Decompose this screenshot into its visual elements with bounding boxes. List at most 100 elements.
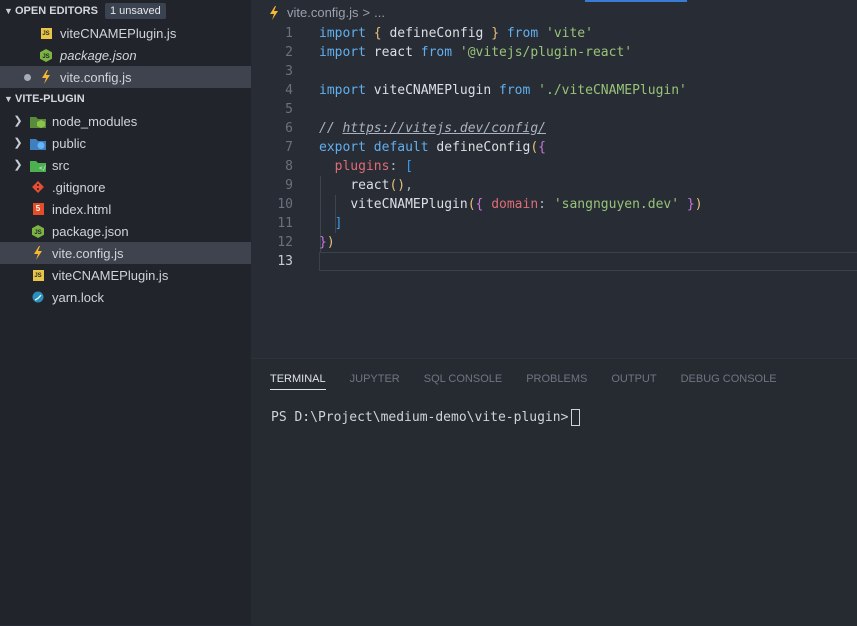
tree-folder-node-modules[interactable]: ❯ node_modules <box>0 110 251 132</box>
code-line[interactable]: 10 viteCNAMEPlugin({ domain: 'sangnguyen… <box>251 195 857 214</box>
line-text: react(), <box>350 178 413 193</box>
code-line-current[interactable]: 13 <box>251 252 857 271</box>
terminal-cursor <box>571 409 581 426</box>
public-folder-icon <box>30 135 46 151</box>
tab-sql-console[interactable]: SQL CONSOLE <box>424 373 502 391</box>
code-line[interactable]: 11 ] <box>251 214 857 233</box>
terminal-prompt: PS D:\Project\medium-demo\vite-plugin> <box>271 410 569 425</box>
tree-label: yarn.lock <box>52 289 105 305</box>
js-file-icon: JS <box>30 267 46 283</box>
line-number: 12 <box>277 235 293 250</box>
tab-problems[interactable]: PROBLEMS <box>526 373 587 391</box>
vite-lightning-icon <box>269 6 279 20</box>
code-editor[interactable]: vite.config.js > ... 1 import { defineCon… <box>251 0 857 358</box>
code-line[interactable]: 4 import viteCNAMEPlugin from './viteCNAM… <box>251 81 857 100</box>
line-text: export default defineConfig({ <box>319 140 546 155</box>
line-text: // https://vitejs.dev/config/ <box>319 121 546 136</box>
code-line[interactable]: 5 <box>251 100 857 119</box>
tab-label: TERMINAL <box>270 373 326 385</box>
tab-label: PROBLEMS <box>526 373 588 385</box>
open-editors-header[interactable]: ▼ OPEN EDITORS 1 unsaved <box>0 0 251 22</box>
open-editor-item[interactable]: JS package.json <box>0 44 251 66</box>
tab-label: DEBUG CONSOLE <box>680 373 777 385</box>
line-number: 2 <box>285 45 293 60</box>
line-text: import { defineConfig } from 'vite' <box>319 26 593 41</box>
open-editor-item[interactable]: JS viteCNAMEPlugin.js <box>0 22 251 44</box>
node-json-icon: JS <box>38 47 54 63</box>
yarn-icon <box>30 289 46 305</box>
breadcrumb-separator: > <box>362 5 371 20</box>
tree-label: node_modules <box>52 113 138 129</box>
tab-indicator <box>585 0 687 2</box>
tree-file-index-html[interactable]: 5 index.html <box>0 198 251 220</box>
code-line[interactable]: 1 import { defineConfig } from 'vite' <box>251 24 857 43</box>
bottom-panel: TERMINAL JUPYTER SQL CONSOLE PROBLEMS OU… <box>251 358 857 626</box>
panel-tabs: TERMINAL JUPYTER SQL CONSOLE PROBLEMS OU… <box>270 373 801 391</box>
line-number: 5 <box>285 102 293 117</box>
tree-label: src <box>52 157 70 173</box>
code-line[interactable]: 7 export default defineConfig({ <box>251 138 857 157</box>
tree-file-yarn-lock[interactable]: yarn.lock <box>0 286 251 308</box>
open-editors-title: OPEN EDITORS <box>15 5 98 17</box>
project-header[interactable]: ▼ VITE-PLUGIN <box>0 88 251 110</box>
svg-text:JS: JS <box>34 230 41 236</box>
tab-label: JUPYTER <box>349 373 400 385</box>
line-number: 9 <box>285 178 293 193</box>
tab-label: SQL CONSOLE <box>423 373 503 385</box>
code-line[interactable]: 8 plugins: [ <box>251 157 857 176</box>
code-line[interactable]: 9 react(), <box>251 176 857 195</box>
code-line[interactable]: 6 // https://vitejs.dev/config/ <box>251 119 857 138</box>
tree-folder-public[interactable]: ❯ public <box>0 132 251 154</box>
line-number: 3 <box>285 64 293 79</box>
tree-label: index.html <box>52 201 112 217</box>
svg-text:JS: JS <box>42 54 49 60</box>
tree-file-package-json[interactable]: JS package.json <box>0 220 251 242</box>
breadcrumb-file[interactable]: vite.config.js <box>287 0 359 26</box>
line-text: plugins: [ <box>334 159 413 174</box>
tree-label: .gitignore <box>52 179 106 195</box>
open-editor-label: vite.config.js <box>60 69 132 85</box>
code-line[interactable]: 12}) <box>251 233 857 252</box>
chevron-right-icon: ❯ <box>13 159 23 171</box>
line-number: 11 <box>277 216 293 231</box>
chevron-right-icon: ❯ <box>13 115 23 127</box>
tree-file-gitignore[interactable]: .gitignore <box>0 176 251 198</box>
terminal-output[interactable]: PS D:\Project\medium-demo\vite-plugin> <box>271 409 581 426</box>
html5-icon: 5 <box>30 201 46 217</box>
chevron-down-icon: ▼ <box>4 94 13 104</box>
tree-label: viteCNAMEPlugin.js <box>52 267 169 283</box>
line-number: 8 <box>285 159 293 174</box>
code-line[interactable]: 3 <box>251 62 857 81</box>
line-number: 6 <box>285 121 293 136</box>
chevron-right-icon: ❯ <box>13 137 23 149</box>
unsaved-badge: 1 unsaved <box>104 3 166 19</box>
tab-output[interactable]: OUTPUT <box>611 373 656 391</box>
chevron-down-icon: ▼ <box>4 6 13 16</box>
js-file-icon: JS <box>38 25 54 41</box>
tab-debug-console[interactable]: DEBUG CONSOLE <box>681 373 777 391</box>
explorer-sidebar: ▼ OPEN EDITORS 1 unsaved JS viteCNAMEPlu… <box>0 0 251 625</box>
git-icon <box>30 179 46 195</box>
tree-file-vitecnameplugin[interactable]: JS viteCNAMEPlugin.js <box>0 264 251 286</box>
node-modules-folder-icon <box>30 113 46 129</box>
tree-label: vite.config.js <box>52 245 124 261</box>
tab-terminal[interactable]: TERMINAL <box>270 373 326 391</box>
vite-lightning-icon <box>30 245 46 261</box>
tree-folder-src[interactable]: ❯ </> src <box>0 154 251 176</box>
svg-text:</>: </> <box>39 165 46 172</box>
line-number: 10 <box>277 197 293 212</box>
code-area[interactable]: 1 import { defineConfig } from 'vite' 2 im… <box>251 24 857 271</box>
line-number: 4 <box>285 83 293 98</box>
code-line[interactable]: 2 import react from '@vitejs/plugin-react… <box>251 43 857 62</box>
active-tab-underline <box>270 389 326 390</box>
line-text: import viteCNAMEPlugin from './viteCNAME… <box>319 83 687 98</box>
tab-jupyter[interactable]: JUPYTER <box>350 373 400 391</box>
project-title: VITE-PLUGIN <box>15 93 85 105</box>
open-editor-label: viteCNAMEPlugin.js <box>60 25 177 41</box>
line-number: 1 <box>285 26 293 41</box>
line-number: 7 <box>285 140 293 155</box>
tree-file-vite-config[interactable]: vite.config.js <box>0 242 251 264</box>
node-json-icon: JS <box>30 223 46 239</box>
breadcrumb-more[interactable]: ... <box>374 0 385 26</box>
open-editor-item-active[interactable]: vite.config.js <box>0 66 251 88</box>
